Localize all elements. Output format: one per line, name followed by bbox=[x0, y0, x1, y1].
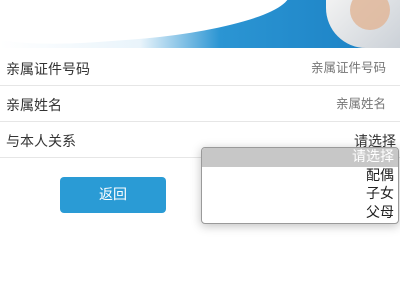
name-row: 亲属姓名 bbox=[0, 86, 400, 122]
header-banner bbox=[0, 0, 400, 48]
name-input[interactable] bbox=[234, 95, 388, 112]
back-button[interactable]: 返回 bbox=[60, 177, 166, 213]
dropdown-option[interactable]: 配偶 bbox=[202, 167, 398, 186]
id-number-row: 亲属证件号码 bbox=[0, 50, 400, 86]
relation-label: 与本人关系 bbox=[6, 134, 76, 150]
dropdown-option[interactable]: 子女 bbox=[202, 185, 398, 204]
id-number-input[interactable] bbox=[234, 59, 388, 76]
dropdown-option[interactable]: 父母 bbox=[202, 204, 398, 223]
banner-wave-decoration bbox=[0, 0, 293, 48]
name-label: 亲属姓名 bbox=[6, 98, 62, 114]
relation-dropdown: 请选择 配偶 子女 父母 bbox=[201, 147, 399, 224]
dropdown-option[interactable]: 请选择 bbox=[202, 148, 398, 167]
id-number-label: 亲属证件号码 bbox=[6, 62, 90, 78]
